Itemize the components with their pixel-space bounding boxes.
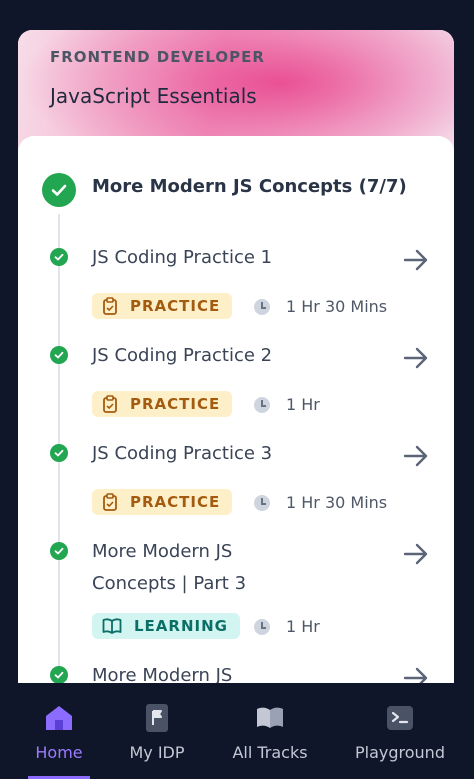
item-title: JS Coding Practice 2 (92, 345, 273, 366)
duration: 1 Hr 30 Mins (254, 493, 387, 512)
complete-check-icon (50, 248, 68, 266)
duration-label: 1 Hr (286, 617, 320, 636)
nav-home[interactable]: Home (28, 683, 90, 779)
badge-label: LEARNING (134, 617, 228, 635)
course-page: FRONTEND DEVELOPER JavaScript Essentials… (18, 30, 454, 730)
clipboard-icon (103, 493, 117, 511)
nav-all-tracks-label: All Tracks (232, 743, 308, 762)
item-title: JS Coding Practice 3 (92, 443, 273, 464)
list-item[interactable]: JS Coding Practice 1 PRACTICE 1 Hr 30 Mi… (18, 240, 454, 332)
practice-badge: PRACTICE (92, 391, 233, 417)
duration: 1 Hr 30 Mins (254, 297, 387, 316)
badge-label: PRACTICE (130, 493, 221, 511)
practice-badge: PRACTICE (92, 293, 233, 319)
terminal-icon (385, 703, 415, 733)
item-title-line1: More Modern JS (92, 541, 233, 562)
nav-playground-label: Playground (355, 743, 445, 762)
track-label: FRONTEND DEVELOPER (50, 48, 265, 66)
practice-badge: PRACTICE (92, 489, 233, 515)
book-icon (102, 618, 122, 634)
duration: 1 Hr (254, 617, 320, 636)
complete-check-icon (50, 444, 68, 462)
arrow-right-icon[interactable] (402, 248, 430, 272)
complete-check-icon (50, 542, 68, 560)
clock-icon (254, 494, 270, 511)
home-icon (44, 703, 74, 733)
section-complete-icon (42, 173, 76, 207)
section-title: More Modern JS Concepts (7/7) (92, 176, 407, 197)
duration-label: 1 Hr (286, 395, 320, 414)
nav-my-idp[interactable]: My IDP (122, 683, 192, 779)
bottom-nav: Home My IDP All Tracks Playground (0, 683, 474, 779)
duration-label: 1 Hr 30 Mins (286, 297, 388, 316)
clock-icon (254, 298, 270, 315)
complete-check-icon (50, 666, 68, 684)
section-card: More Modern JS Concepts (7/7) JS Coding … (18, 136, 454, 730)
nav-my-idp-label: My IDP (129, 743, 185, 762)
status-bar (0, 0, 474, 30)
list-item[interactable]: JS Coding Practice 3 PRACTICE 1 Hr 30 Mi… (18, 436, 454, 528)
badge-label: PRACTICE (130, 297, 221, 315)
arrow-right-icon[interactable] (402, 346, 430, 370)
arrow-right-icon[interactable] (402, 542, 430, 566)
nav-all-tracks[interactable]: All Tracks (222, 683, 318, 779)
nav-home-label: Home (35, 743, 83, 762)
nav-playground[interactable]: Playground (350, 683, 450, 779)
flag-document-icon (142, 703, 172, 733)
duration-label: 1 Hr 30 Mins (286, 493, 388, 512)
complete-check-icon (50, 346, 68, 364)
course-title: JavaScript Essentials (50, 84, 257, 108)
learning-badge: LEARNING (92, 613, 240, 639)
list-item[interactable]: More Modern JS Concepts | Part 3 LEARNIN… (18, 534, 454, 654)
clock-icon (254, 618, 270, 635)
badge-label: PRACTICE (130, 395, 221, 413)
item-title: JS Coding Practice 1 (92, 247, 273, 268)
duration: 1 Hr (254, 395, 320, 414)
item-title-line2: Concepts | Part 3 (92, 573, 247, 594)
list-item[interactable]: JS Coding Practice 2 PRACTICE 1 Hr (18, 338, 454, 430)
clock-icon (254, 396, 270, 413)
clipboard-icon (103, 395, 117, 413)
arrow-right-icon[interactable] (402, 444, 430, 468)
open-book-icon (255, 703, 285, 733)
clipboard-icon (103, 297, 117, 315)
